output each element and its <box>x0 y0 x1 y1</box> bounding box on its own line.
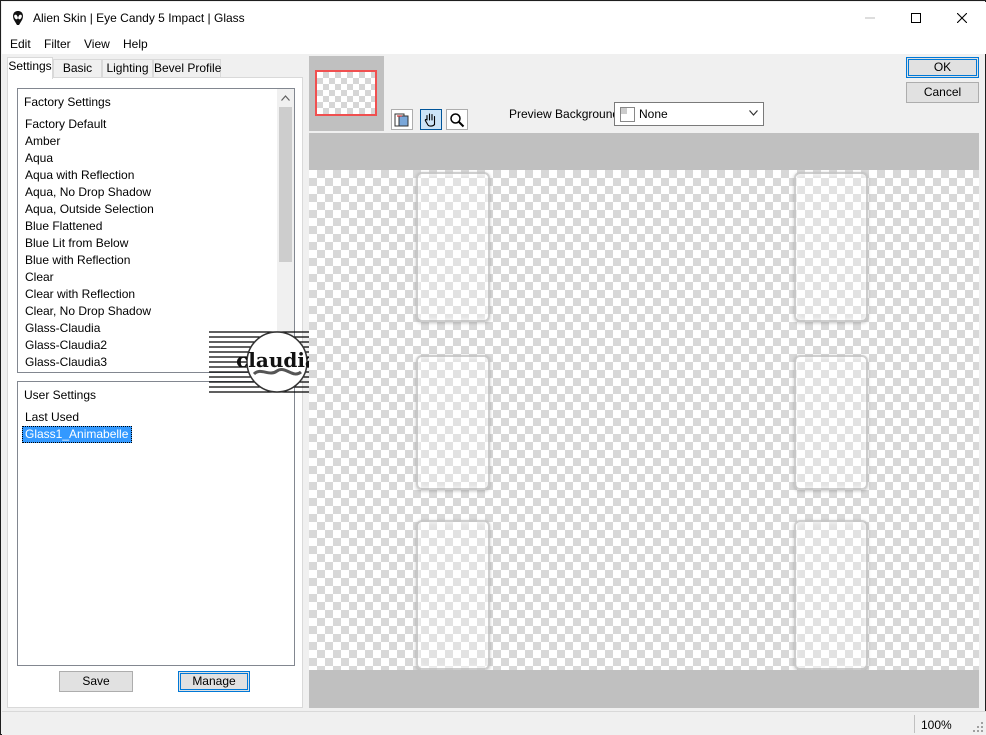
list-item[interactable]: Last Used <box>24 409 132 426</box>
list-item[interactable]: Amber <box>24 133 155 150</box>
resize-grip-icon[interactable] <box>972 721 984 733</box>
preview-background-value: None <box>639 107 668 121</box>
list-item[interactable]: Clear with Reflection <box>24 286 155 303</box>
svg-text:claudia: claudia <box>236 348 318 372</box>
list-item[interactable]: Aqua, Outside Selection <box>24 201 155 218</box>
glass-effect-shape <box>794 355 868 490</box>
list-item-selected[interactable]: Glass1_Animabelle <box>22 426 133 443</box>
glass-effect-shape <box>794 172 868 322</box>
minimize-button[interactable] <box>847 2 893 33</box>
preview-area[interactable] <box>309 133 979 708</box>
title-bar: Alien Skin | Eye Candy 5 Impact | Glass <box>2 2 986 33</box>
list-item[interactable]: Factory Default <box>24 116 155 133</box>
glass-effect-shape <box>416 172 490 322</box>
background-swatch-icon <box>620 107 635 122</box>
menu-view[interactable]: View <box>84 37 110 51</box>
preview-background-select[interactable]: None <box>614 102 764 126</box>
factory-settings-header: Factory Settings <box>24 95 111 109</box>
preview-canvas[interactable] <box>309 170 979 670</box>
list-item[interactable]: Glass-Claudia3 <box>24 354 155 371</box>
menu-bar: Edit Filter View Help <box>2 33 986 54</box>
tab-basic[interactable]: Basic <box>53 59 102 78</box>
user-settings-header: User Settings <box>24 388 97 402</box>
preview-background-label: Preview Background: <box>509 107 623 121</box>
list-item[interactable]: Aqua <box>24 150 155 167</box>
glass-effect-shape <box>794 520 868 670</box>
hand-pan-icon <box>424 112 436 127</box>
scroll-thumb[interactable] <box>279 107 292 262</box>
window-title: Alien Skin | Eye Candy 5 Impact | Glass <box>33 11 245 25</box>
maximize-button[interactable] <box>893 2 939 33</box>
status-divider <box>914 715 915 733</box>
zoom-button[interactable] <box>446 109 468 130</box>
chevron-down-icon <box>749 110 758 116</box>
close-icon <box>957 12 967 23</box>
list-item[interactable]: Blue with Reflection <box>24 252 155 269</box>
list-item[interactable]: Clear <box>24 269 155 286</box>
hand-pan-button[interactable] <box>420 109 442 130</box>
save-button[interactable]: Save <box>59 671 133 692</box>
tab-settings[interactable]: Settings <box>7 57 53 79</box>
list-item[interactable]: Blue Flattened <box>24 218 155 235</box>
alien-skin-icon <box>13 11 23 25</box>
scroll-up-button[interactable] <box>277 89 294 106</box>
zoom-magnifier-icon <box>450 112 465 127</box>
menu-edit[interactable]: Edit <box>10 37 31 51</box>
maximize-icon <box>911 12 921 23</box>
status-bar: 100% <box>2 711 986 735</box>
list-item[interactable]: Glass-Claudia2 <box>24 337 155 354</box>
user-settings-list[interactable]: User Settings Last Used Glass1_Animabell… <box>17 381 295 666</box>
eye-candy-window: Alien Skin | Eye Candy 5 Impact | Glass … <box>0 0 986 735</box>
zoom-level: 100% <box>921 718 952 732</box>
compare-button[interactable] <box>391 109 413 130</box>
compare-icon <box>394 113 409 126</box>
list-item[interactable]: Blue Lit from Below <box>24 235 155 252</box>
tab-lighting[interactable]: Lighting <box>102 59 153 78</box>
cancel-button[interactable]: Cancel <box>906 82 979 103</box>
tab-bevel-profile[interactable]: Bevel Profile <box>153 59 221 78</box>
list-item[interactable]: Aqua, No Drop Shadow <box>24 184 155 201</box>
glass-effect-shape <box>416 520 490 670</box>
navigator-thumbnail-frame <box>309 56 384 131</box>
chevron-up-icon <box>281 94 290 101</box>
close-button[interactable] <box>939 2 985 33</box>
list-item[interactable]: Aqua with Reflection <box>24 167 155 184</box>
minimize-icon <box>865 17 875 18</box>
manage-button[interactable]: Manage <box>178 671 250 692</box>
navigator-thumbnail[interactable] <box>315 70 377 116</box>
list-item[interactable]: Clear, No Drop Shadow <box>24 303 155 320</box>
list-item[interactable]: Glass-Claudia <box>24 320 155 337</box>
menu-filter[interactable]: Filter <box>44 37 71 51</box>
menu-help[interactable]: Help <box>123 37 148 51</box>
glass-effect-shape <box>416 355 490 490</box>
ok-button[interactable]: OK <box>906 57 979 78</box>
